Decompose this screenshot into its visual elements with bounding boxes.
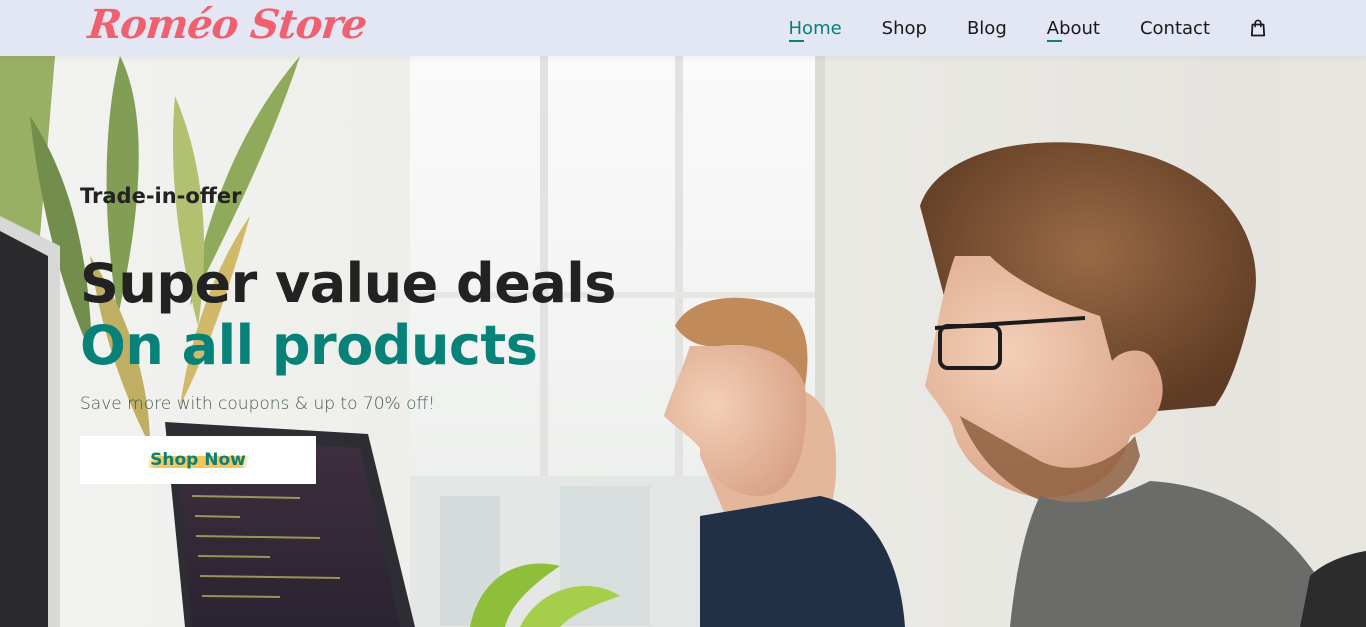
trade-in-label: Trade-in-offer <box>80 184 242 208</box>
nav-about[interactable]: About <box>1046 18 1100 42</box>
nav-contact[interactable]: Contact <box>1140 18 1210 39</box>
hero-subheadline: On all products <box>80 314 538 377</box>
nav-home[interactable]: Home <box>788 18 842 42</box>
shop-now-button[interactable]: Shop Now <box>80 436 316 484</box>
hero-section: Trade-in-offer Super value deals On all … <box>0 56 1366 627</box>
promo-text: Save more with coupons & up to 70% off! <box>80 394 436 414</box>
shopping-bag-icon[interactable] <box>1250 19 1266 37</box>
main-nav: Home Shop Blog About Contact <box>749 0 1266 56</box>
shop-now-label: Shop Now <box>148 450 248 470</box>
site-header: Roméo Store Home Shop Blog About Contact <box>0 0 1366 56</box>
hero-headline: Super value deals <box>80 252 616 315</box>
nav-blog[interactable]: Blog <box>967 18 1007 39</box>
nav-shop[interactable]: Shop <box>882 18 927 39</box>
store-logo[interactable]: Roméo Store <box>85 0 369 54</box>
